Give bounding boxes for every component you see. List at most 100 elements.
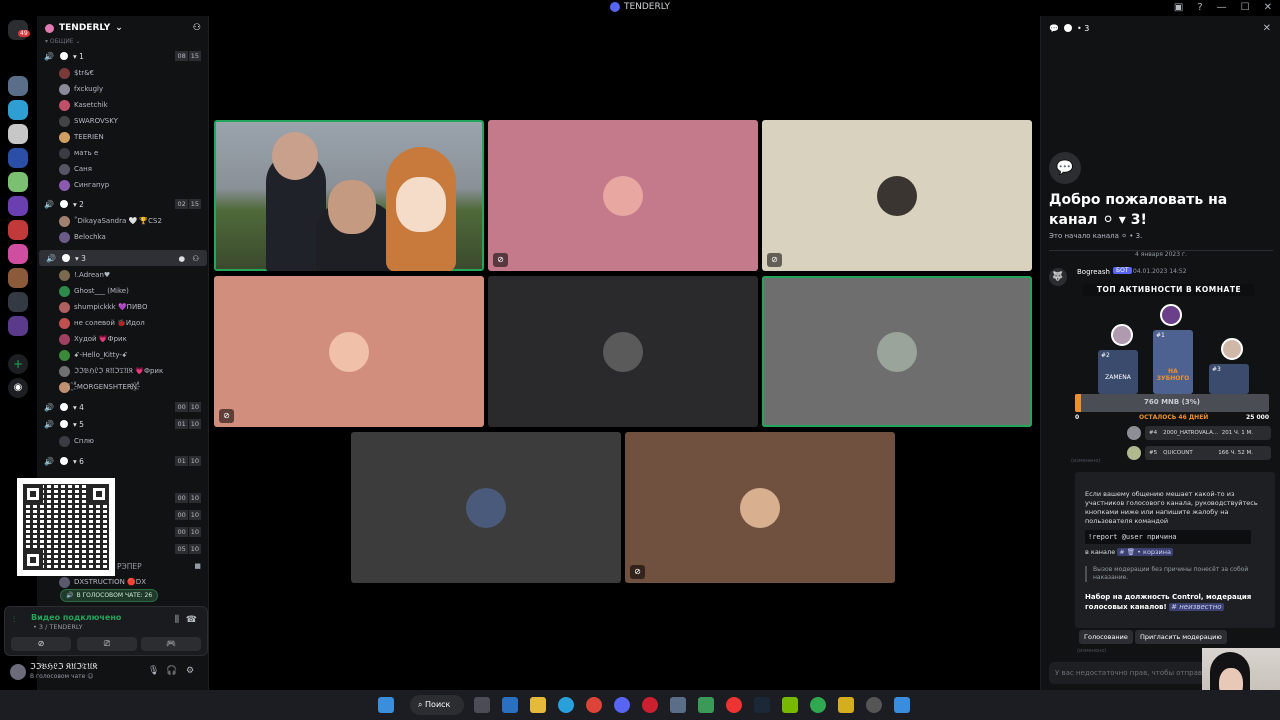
folder-icon[interactable] [530,697,546,713]
activity-button[interactable]: 🎮 [141,637,201,651]
invite-icon[interactable]: ⚇ [193,23,201,33]
voice-user[interactable]: Саня [59,161,92,177]
server-icon[interactable] [8,124,28,144]
yandex-icon[interactable] [726,697,742,713]
add-server-icon[interactable]: + [8,354,28,374]
notepad-icon[interactable] [894,697,910,713]
disconnect-icon[interactable]: ☎ [186,615,197,625]
voice-user[interactable]: Kasetchik [59,97,108,113]
microphone-icon[interactable]: 🎙 [148,666,159,676]
app-icon[interactable] [698,697,714,713]
torrent-icon[interactable] [810,697,826,713]
chrome-icon[interactable] [586,697,602,713]
server-icon[interactable] [8,220,28,240]
video-tile[interactable]: ⊘ [214,276,484,427]
store-icon[interactable] [502,697,518,713]
opera-icon[interactable] [642,697,658,713]
voice-channel-5[interactable]: 🔊 ▾ 5 01 10 [37,416,209,432]
video-tile[interactable]: ⊘ [488,120,758,271]
voice-user[interactable]: Сплю [59,433,94,449]
server-icon[interactable] [8,76,28,96]
video-tile[interactable] [762,276,1032,427]
avatar[interactable] [10,664,26,680]
voice-user[interactable]: мать е [59,145,98,161]
voice-user[interactable]: !.Adrean♥ [59,267,110,283]
voice-user[interactable]: Belochka [59,229,106,245]
steam-icon[interactable] [754,697,770,713]
maximize-button[interactable]: ☐ [1241,2,1250,13]
add-member-icon[interactable]: ⚇ [192,254,199,263]
voice-user[interactable]: fxckugly [59,81,103,97]
chat-icon[interactable]: ● [178,254,185,263]
server-icon[interactable] [8,172,28,192]
headphones-icon[interactable]: 🎧 [166,666,177,676]
voice-user[interactable]: TEERIEN [59,129,104,145]
screen-share-button[interactable]: ⎚ [77,637,137,651]
voice-user[interactable]: DXSTRUCTION 🔴DX [59,574,146,590]
close-button[interactable]: ✕ [1264,2,1272,13]
progress-min: 0 [1075,414,1080,421]
video-tile[interactable] [214,120,484,271]
voice-location[interactable]: • 3 / TENDERLY [33,623,83,631]
signal-icon[interactable]: ⫶ [13,615,15,625]
user-name[interactable]: ℑℑ𝔅ℌ𝔏ℑ 𝔎𝔘ℑ𝔗𝔘𝔎 [30,662,97,672]
close-icon[interactable]: ✕ [1263,23,1271,34]
app-icon[interactable] [838,697,854,713]
server-icon[interactable] [8,196,28,216]
server-icon[interactable] [8,268,28,288]
voice-user[interactable]: не солевой 🐞Идол [59,315,145,331]
inbox-icon[interactable]: ▣ [1174,2,1183,13]
speaker-icon: 🔊 [44,402,54,412]
voice-user[interactable]: Худой 💗Фрик [59,331,127,347]
video-tile[interactable]: ⊘ [625,432,895,583]
server-icon[interactable] [8,292,28,312]
voice-user[interactable]: SWAROVSKY [59,113,118,129]
voice-user[interactable]: ℑℑ𝔅ℌ𝔏ℑ 𝔎𝔘ℑ𝔗𝔘𝔎 💗Фрик [59,363,163,379]
task-view-icon[interactable] [474,697,490,713]
bot-name[interactable]: Bogreash [1077,268,1110,276]
voice-user[interactable]: Ghost___ (Mike) [59,283,129,299]
voice-user[interactable]: ꗃ-Hello_Kitty-ꗃ [59,347,128,363]
settings-gear-icon[interactable]: ⚙ [186,666,194,676]
voice-status[interactable]: Видео подключено [31,613,121,622]
voice-channel-6[interactable]: 🔊 ▾ 6 01 10 [37,453,209,469]
video-tile[interactable]: ⊘ [762,120,1032,271]
app-icon[interactable] [670,697,686,713]
obs-icon[interactable] [866,697,882,713]
bot-avatar[interactable]: 🐺 [1049,268,1067,286]
nvidia-icon[interactable] [782,697,798,713]
avatar [59,285,70,297]
invite-moderation-button[interactable]: Пригласить модерацию [1135,630,1227,644]
voice-channel-4[interactable]: 🔊 ▾ 4 00 10 [37,399,209,415]
discord-icon[interactable] [614,697,630,713]
voice-user[interactable]: $tr&€ [59,65,94,81]
channel-mention[interactable]: # неизвестно [1169,603,1224,611]
server-icon[interactable] [8,244,28,264]
voice-channel-2[interactable]: 🔊 ▾ 2 02 15 [37,196,209,212]
vote-button[interactable]: Голосование [1079,630,1133,644]
avatar [59,147,70,159]
channel-dot-icon [1063,24,1072,32]
voice-channel-1[interactable]: 🔊 ▾ 1 08 15 [37,48,209,64]
voice-user[interactable]: shumpickkk 💜ПИВО [59,299,148,315]
voice-user[interactable]: Сингапур [59,177,109,193]
server-icon[interactable] [8,100,28,120]
search-box[interactable]: ⌕ Поиск [410,695,464,715]
channel-mention[interactable]: # 🗑 • корзина [1117,548,1173,556]
noise-suppression-icon[interactable]: ⫼ [175,615,179,625]
telegram-icon[interactable] [558,697,574,713]
server-icon[interactable] [8,148,28,168]
start-icon[interactable] [378,697,394,713]
voice-user[interactable]: ˚DikayaSandra 🤍 🏆CS2 [59,213,162,229]
help-icon[interactable]: ? [1197,2,1202,13]
minimize-button[interactable]: — [1217,2,1227,13]
voice-channel-3[interactable]: 🔊 ▾ 3 ● ⚇ [39,250,207,266]
discover-icon[interactable]: ◉ [8,378,28,398]
camera-off-button[interactable]: ⊘ [11,637,71,651]
server-icon[interactable] [8,316,28,336]
voice-user[interactable]: ҈̽̽MORGENSHTERN҈̽̽ [59,379,140,395]
embed-text: Если вашему общению мешает какой-то из у… [1085,490,1258,525]
video-tile[interactable] [488,276,758,427]
server-header[interactable]: TENDERLY ⌄ ⚇ [37,16,209,40]
video-tile[interactable] [351,432,621,583]
